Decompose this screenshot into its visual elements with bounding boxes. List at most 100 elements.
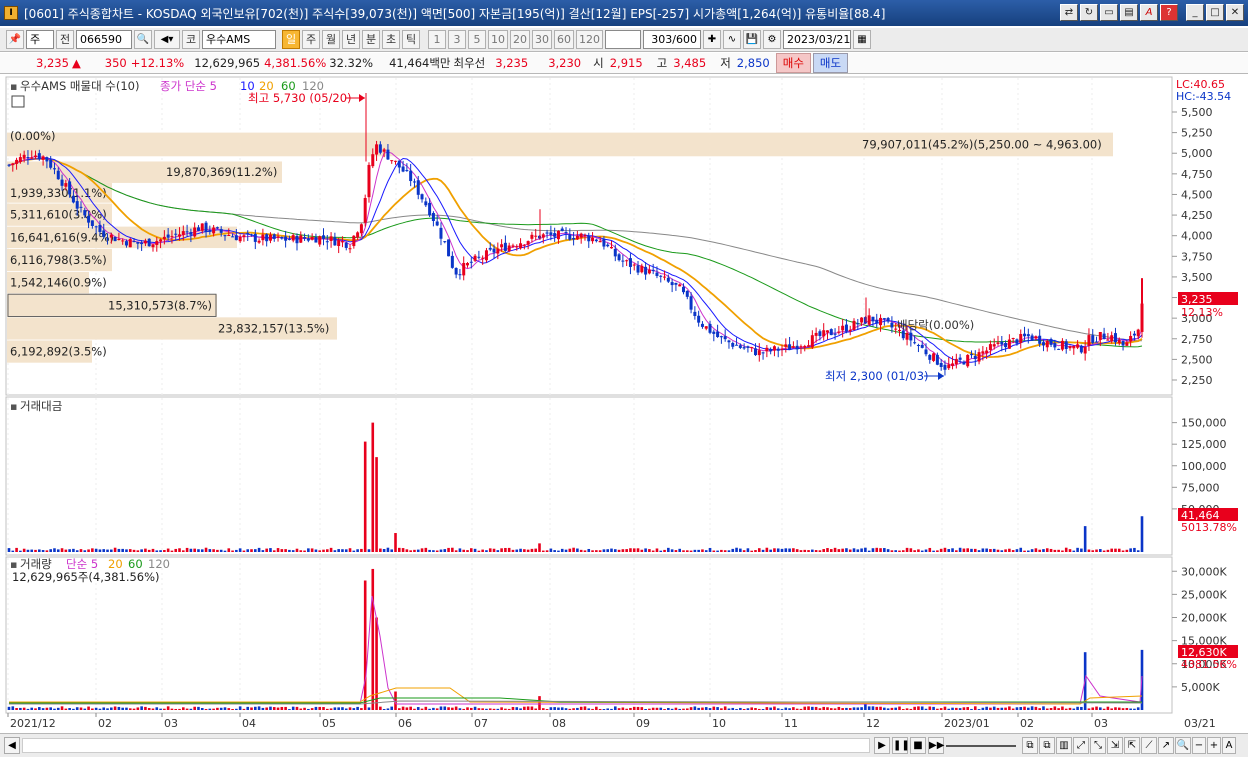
interval-button-120[interactable]: 120	[576, 30, 603, 49]
print-icon[interactable]: ▤	[1120, 4, 1138, 21]
minimize-button[interactable]: _	[1186, 4, 1204, 21]
period-tab-3[interactable]: 년	[342, 30, 360, 49]
market-type-select[interactable]: 주	[26, 30, 54, 49]
interval-button-10[interactable]: 10	[488, 30, 508, 49]
zoom-icon[interactable]: 🔍	[1175, 737, 1191, 754]
pan-icon[interactable]: ⇱	[1124, 737, 1140, 754]
copy-icon[interactable]: ⧉	[1022, 737, 1038, 754]
stock-chart[interactable]: 79,907,011(45.2%)(5,250.00 ~ 4,963.00) 19…	[0, 76, 1248, 733]
price-tag-value: 3,235	[1181, 293, 1213, 306]
close-button[interactable]: ✕	[1226, 4, 1244, 21]
period-tab-2[interactable]: 월	[322, 30, 340, 49]
period-tab-6[interactable]: 틱	[402, 30, 420, 49]
candle-body	[140, 242, 144, 245]
fast-forward-icon[interactable]: ▶▶	[928, 737, 944, 754]
volume-bar	[1034, 706, 1038, 710]
duplicate-icon[interactable]: ⧉	[1039, 737, 1055, 754]
zoom-in-icon[interactable]: +	[1207, 737, 1221, 754]
trend-icon[interactable]: ∿	[723, 30, 741, 49]
grid-toggle-icon[interactable]	[11, 95, 25, 108]
crosshair-icon[interactable]: ✚	[703, 30, 721, 49]
volume-bar	[488, 708, 492, 710]
interval-button-20[interactable]: 20	[510, 30, 530, 49]
trend-tool-icon[interactable]: ⟋	[1141, 737, 1157, 754]
search-icon[interactable]: 🔍	[134, 30, 152, 49]
speaker-icon[interactable]: ◀▾	[154, 30, 180, 49]
play-icon[interactable]: ▶	[874, 737, 890, 754]
candle-body	[450, 255, 454, 268]
time-label: 10	[712, 717, 726, 730]
scroll-left-button[interactable]: ◀	[4, 737, 20, 754]
link-icon[interactable]: ⇄	[1060, 4, 1078, 21]
stock-code-input[interactable]: 066590	[76, 30, 132, 49]
window-icon[interactable]: ▭	[1100, 4, 1118, 21]
volume-bar	[860, 707, 863, 710]
volume-panel[interactable]	[5, 556, 1173, 714]
fit-icon[interactable]: ⇲	[1107, 737, 1123, 754]
candle-body	[1057, 348, 1061, 350]
candle-body	[780, 348, 784, 350]
save-icon[interactable]: 💾	[743, 30, 761, 49]
prev-button[interactable]: 전	[56, 30, 74, 49]
stock-name-field[interactable]: 우수AMS	[202, 30, 276, 49]
period-tab-4[interactable]: 분	[362, 30, 380, 49]
candle-body	[719, 336, 723, 338]
candle-body	[147, 238, 151, 247]
count-input[interactable]: 303/600	[643, 30, 701, 49]
font-icon[interactable]: A	[1140, 4, 1158, 21]
date-input[interactable]: 2023/03/21	[783, 30, 851, 49]
amount-panel[interactable]	[5, 396, 1173, 556]
volume-bar	[515, 707, 519, 710]
interval-button-3[interactable]: 3	[448, 30, 466, 49]
period-tab-1[interactable]: 주	[302, 30, 320, 49]
candle-body	[644, 266, 648, 275]
candle-body	[799, 346, 803, 348]
calendar-icon[interactable]: ▦	[853, 30, 871, 49]
amount-bar	[1080, 548, 1083, 552]
period-tab-5[interactable]: 초	[382, 30, 400, 49]
candle-body	[435, 221, 439, 226]
interval-custom-input[interactable]	[605, 30, 641, 49]
period-tab-0[interactable]: 일	[282, 30, 300, 49]
chart-icon[interactable]: ↗	[1158, 737, 1174, 754]
interval-button-30[interactable]: 30	[532, 30, 552, 49]
layout-icon[interactable]: ▥	[1056, 737, 1072, 754]
stop-icon[interactable]: ■	[910, 737, 926, 754]
volume-ma-legend: 단순 5	[66, 557, 98, 571]
candle-body	[503, 242, 507, 251]
settings-icon[interactable]: ⚙	[763, 30, 781, 49]
maximize-button[interactable]: □	[1206, 4, 1224, 21]
candle-body	[947, 364, 951, 369]
candle-body	[492, 248, 496, 253]
volume-bar	[269, 706, 272, 710]
sell-button[interactable]: 매도	[812, 53, 849, 73]
chart-area[interactable]: 79,907,011(45.2%)(5,250.00 ~ 4,963.00) 19…	[0, 76, 1248, 733]
volume-bar	[1008, 706, 1011, 710]
amount-bar	[397, 547, 401, 552]
amount-bar	[11, 550, 15, 552]
buy-button[interactable]: 매수	[775, 53, 811, 73]
expand-icon[interactable]: ⤢	[1073, 737, 1089, 754]
candle-body	[1102, 333, 1106, 340]
text-size-icon[interactable]: A	[1222, 737, 1236, 754]
interval-button-60[interactable]: 60	[554, 30, 574, 49]
pause-icon[interactable]: ❚❚	[892, 737, 910, 754]
amount-bar	[1114, 548, 1117, 552]
help-icon[interactable]: ?	[1160, 4, 1178, 21]
zoom-slider[interactable]	[946, 745, 1016, 747]
interval-button-1[interactable]: 1	[428, 30, 446, 49]
shrink-icon[interactable]: ⤡	[1090, 737, 1106, 754]
candle-body	[424, 201, 428, 206]
zoom-out-icon[interactable]: −	[1192, 737, 1206, 754]
amount-bar	[231, 550, 234, 552]
refresh-icon[interactable]: ↻	[1080, 4, 1098, 21]
volume-bar	[371, 568, 375, 710]
amount-bar	[708, 547, 712, 552]
amount-bar	[1061, 550, 1064, 552]
volume-bar	[254, 706, 257, 710]
candle-body	[352, 235, 356, 247]
interval-button-5[interactable]: 5	[468, 30, 486, 49]
horizontal-scrollbar[interactable]	[22, 738, 870, 753]
pin-icon[interactable]: 📌	[6, 30, 24, 49]
amount-bar	[883, 548, 886, 552]
